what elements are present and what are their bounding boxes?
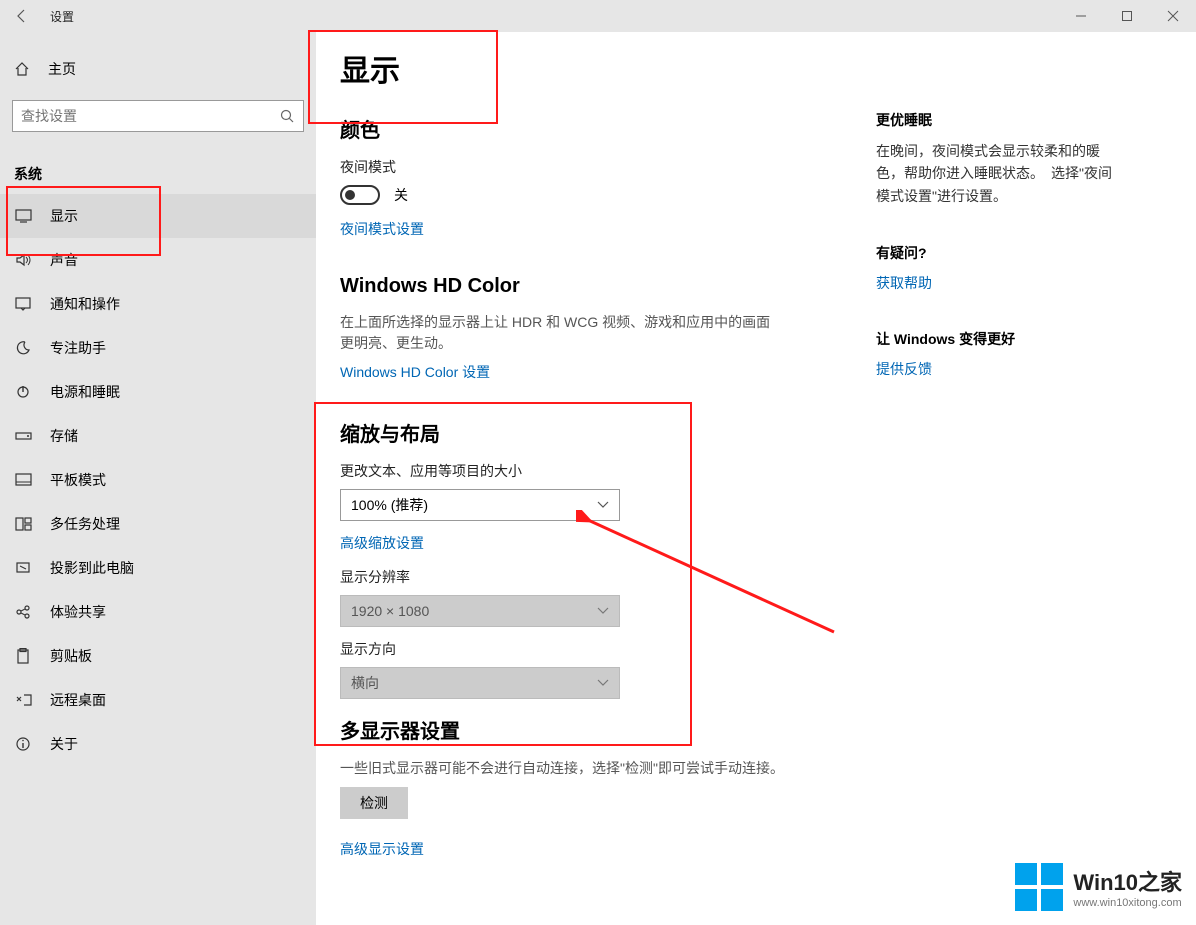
- titlebar: 设置: [0, 0, 1196, 32]
- multitask-icon: [14, 517, 32, 531]
- advanced-display-link[interactable]: 高级显示设置: [340, 839, 424, 859]
- sidebar-item-label: 剪贴板: [50, 646, 92, 666]
- sidebar-item-sound[interactable]: 声音: [0, 238, 316, 282]
- close-icon: [1167, 10, 1179, 22]
- sidebar-item-label: 关于: [50, 734, 78, 754]
- get-help-link[interactable]: 获取帮助: [876, 273, 1172, 293]
- clipboard-icon: [14, 648, 32, 664]
- chevron-down-icon: [597, 501, 609, 509]
- sidebar-item-power[interactable]: 电源和睡眠: [0, 370, 316, 414]
- feedback-header: 让 Windows 变得更好: [876, 329, 1172, 349]
- sidebar-item-sharing[interactable]: 体验共享: [0, 590, 316, 634]
- moon-icon: [14, 340, 32, 356]
- sidebar-item-label: 显示: [50, 206, 78, 226]
- sidebar-item-label: 平板模式: [50, 470, 106, 490]
- section-color: 颜色: [340, 114, 876, 143]
- orientation-dropdown[interactable]: 横向: [340, 667, 620, 699]
- sleep-text: 在晚间，夜间模式会显示较柔和的暖色，帮助你进入睡眠状态。 选择"夜间模式设置"进…: [876, 140, 1116, 207]
- sidebar-item-projecting[interactable]: 投影到此电脑: [0, 546, 316, 590]
- right-panel: 更优睡眠 在晚间，夜间模式会显示较柔和的暖色，帮助你进入睡眠状态。 选择"夜间模…: [876, 32, 1196, 925]
- multimonitor-description: 一些旧式显示器可能不会进行自动连接，选择"检测"即可尝试手动连接。: [340, 758, 820, 779]
- section-scale: 缩放与布局: [340, 418, 876, 447]
- sidebar-item-label: 体验共享: [50, 602, 106, 622]
- resolution-dropdown[interactable]: 1920 × 1080: [340, 595, 620, 627]
- storage-icon: [14, 430, 32, 442]
- project-icon: [14, 561, 32, 575]
- maximize-icon: [1121, 10, 1133, 22]
- page-title: 显示: [340, 46, 876, 90]
- night-mode-toggle[interactable]: [340, 185, 380, 205]
- sidebar-section-header: 系统: [0, 156, 316, 194]
- notification-icon: [14, 297, 32, 311]
- search-icon: [279, 108, 295, 124]
- home-icon: [14, 61, 30, 77]
- monitor-icon: [14, 209, 32, 223]
- sound-icon: [14, 253, 32, 267]
- tablet-icon: [14, 473, 32, 487]
- section-multimonitor: 多显示器设置: [340, 715, 876, 744]
- sidebar-item-label: 远程桌面: [50, 690, 106, 710]
- sidebar-item-notifications[interactable]: 通知和操作: [0, 282, 316, 326]
- sidebar-home-label: 主页: [48, 59, 76, 79]
- resolution-label: 显示分辨率: [340, 567, 876, 587]
- watermark-title: Win10之家: [1073, 865, 1182, 897]
- back-button[interactable]: [0, 0, 44, 32]
- night-mode-label: 夜间模式: [340, 157, 876, 177]
- main-content: 显示 颜色 夜间模式 关 夜间模式设置 Windows HD Color 在上面…: [316, 32, 876, 925]
- hdcolor-description: 在上面所选择的显示器上让 HDR 和 WCG 视频、游戏和应用中的画面更明亮、更…: [340, 312, 780, 354]
- sidebar-item-display[interactable]: 显示: [0, 194, 316, 238]
- question-header: 有疑问?: [876, 243, 1172, 263]
- sidebar-item-multitask[interactable]: 多任务处理: [0, 502, 316, 546]
- windows-logo-icon: [1015, 863, 1063, 911]
- scale-dropdown[interactable]: 100% (推荐): [340, 489, 620, 521]
- power-icon: [14, 384, 32, 400]
- scale-label: 更改文本、应用等项目的大小: [340, 461, 876, 481]
- window-title: 设置: [50, 8, 74, 25]
- sidebar-item-label: 专注助手: [50, 338, 106, 358]
- arrow-left-icon: [14, 8, 30, 24]
- sidebar-item-about[interactable]: 关于: [0, 722, 316, 766]
- orientation-value: 横向: [351, 673, 379, 693]
- night-mode-state: 关: [394, 185, 408, 205]
- sidebar-item-clipboard[interactable]: 剪贴板: [0, 634, 316, 678]
- maximize-button[interactable]: [1104, 0, 1150, 32]
- sidebar-item-label: 存储: [50, 426, 78, 446]
- close-button[interactable]: [1150, 0, 1196, 32]
- sidebar-item-remote[interactable]: 远程桌面: [0, 678, 316, 722]
- watermark-url: www.win10xitong.com: [1073, 897, 1182, 909]
- search-input[interactable]: [21, 108, 279, 124]
- detect-button[interactable]: 检测: [340, 787, 408, 819]
- share-icon: [14, 604, 32, 620]
- sidebar-item-tablet[interactable]: 平板模式: [0, 458, 316, 502]
- chevron-down-icon: [597, 607, 609, 615]
- sleep-header: 更优睡眠: [876, 110, 1172, 130]
- sidebar-item-storage[interactable]: 存储: [0, 414, 316, 458]
- sidebar-item-label: 多任务处理: [50, 514, 120, 534]
- info-icon: [14, 736, 32, 752]
- feedback-link[interactable]: 提供反馈: [876, 359, 1172, 379]
- scale-value: 100% (推荐): [351, 495, 428, 515]
- night-mode-settings-link[interactable]: 夜间模式设置: [340, 219, 424, 239]
- search-box[interactable]: [12, 100, 304, 132]
- sidebar-item-label: 电源和睡眠: [50, 382, 120, 402]
- sidebar-home[interactable]: 主页: [0, 48, 316, 90]
- section-hdcolor: Windows HD Color: [340, 275, 876, 298]
- sidebar-item-label: 声音: [50, 250, 78, 270]
- advanced-scaling-link[interactable]: 高级缩放设置: [340, 533, 424, 553]
- chevron-down-icon: [597, 679, 609, 687]
- sidebar: 主页 系统 显示 声音 通知和操作 专注助手 电源和睡眠 存储: [0, 32, 316, 925]
- orientation-label: 显示方向: [340, 639, 876, 659]
- minimize-button[interactable]: [1058, 0, 1104, 32]
- watermark: Win10之家 www.win10xitong.com: [1015, 863, 1182, 911]
- remote-icon: [14, 693, 32, 707]
- hdcolor-settings-link[interactable]: Windows HD Color 设置: [340, 362, 490, 382]
- sidebar-item-focus[interactable]: 专注助手: [0, 326, 316, 370]
- window-controls: [1058, 0, 1196, 32]
- sidebar-item-label: 通知和操作: [50, 294, 120, 314]
- minimize-icon: [1075, 10, 1087, 22]
- resolution-value: 1920 × 1080: [351, 603, 429, 619]
- sidebar-item-label: 投影到此电脑: [50, 558, 134, 578]
